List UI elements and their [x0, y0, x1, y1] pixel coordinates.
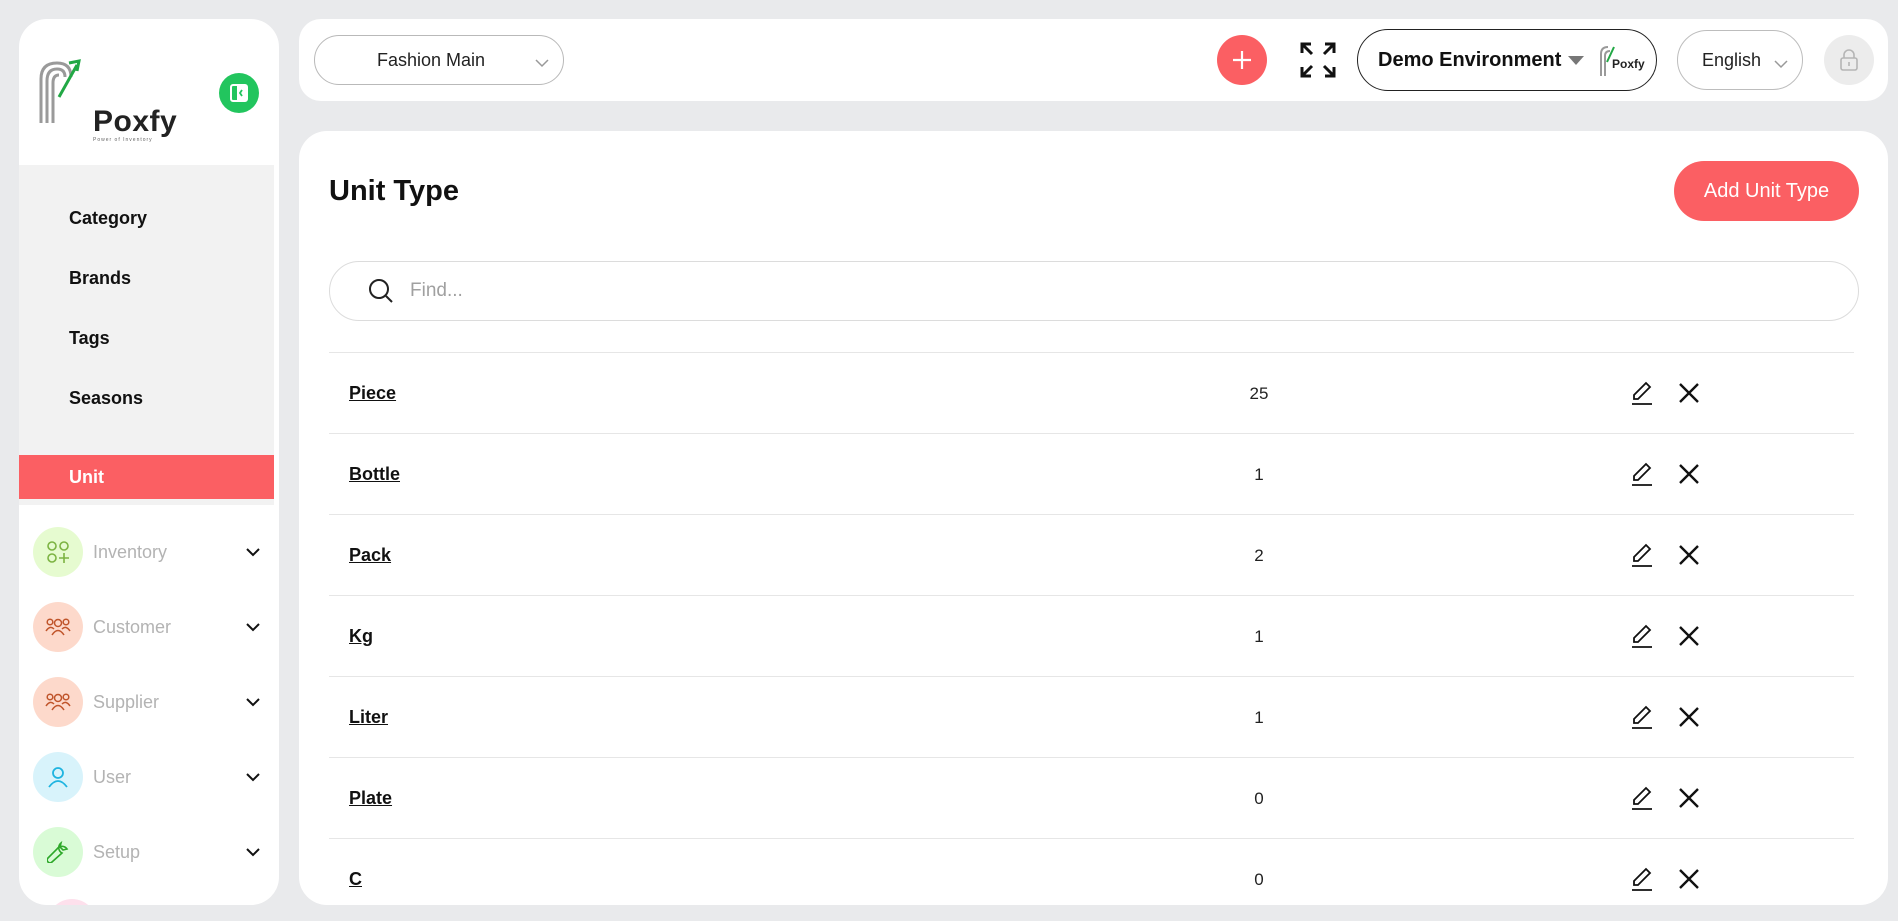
edit-icon[interactable]	[1629, 866, 1655, 892]
unit-name-link[interactable]: C	[349, 869, 362, 890]
table-row: Plate 0	[329, 757, 1854, 838]
edit-icon[interactable]	[1629, 785, 1655, 811]
lock-screen-button[interactable]	[1824, 35, 1874, 85]
branch-select-value: Fashion Main	[377, 49, 486, 70]
top-bar: Fashion Main Demo Environment Poxfy Engl…	[299, 19, 1888, 101]
edit-icon[interactable]	[1629, 542, 1655, 568]
unit-count: 2	[1254, 546, 1264, 565]
user-icon	[33, 752, 83, 802]
edit-icon[interactable]	[1629, 623, 1655, 649]
table-row: C 0	[329, 838, 1854, 905]
unit-count: 1	[1254, 708, 1264, 727]
nav-item-partial[interactable]	[47, 899, 97, 905]
delete-icon[interactable]	[1677, 705, 1701, 729]
nav-label: User	[93, 766, 132, 787]
nav-item-setup[interactable]: Setup	[33, 827, 263, 877]
search-input[interactable]	[410, 280, 1710, 302]
branch-select[interactable]: Fashion Main	[314, 35, 564, 85]
unit-type-table: Piece 25 Bottle 1 Pack 2 Kg 1 Liter 1 Pl…	[329, 352, 1854, 905]
environment-logo: Poxfy	[1598, 44, 1645, 78]
unit-count: 25	[1249, 384, 1269, 403]
apps-plus-icon	[33, 527, 83, 577]
unit-name-link[interactable]: Plate	[349, 788, 392, 809]
poxfy-logo[interactable]: Poxfy Power of Inventory	[37, 57, 187, 147]
edit-icon[interactable]	[1629, 380, 1655, 406]
unit-count: 0	[1254, 789, 1264, 808]
table-row: Liter 1	[329, 676, 1854, 757]
nav-item-inventory[interactable]: Inventory	[33, 527, 263, 577]
table-row: Bottle 1	[329, 433, 1854, 514]
delete-icon[interactable]	[1677, 462, 1701, 486]
table-row: Piece 25	[329, 352, 1854, 433]
unit-name-link[interactable]: Liter	[349, 707, 388, 728]
unit-name-link[interactable]: Piece	[349, 383, 396, 404]
submenu-item-unit[interactable]: Unit	[19, 455, 274, 499]
chevron-down-icon	[1774, 53, 1788, 74]
unit-count: 1	[1254, 627, 1264, 646]
environment-select[interactable]: Demo Environment Poxfy	[1357, 29, 1657, 91]
language-select-value: English	[1702, 49, 1762, 70]
unit-count: 0	[1254, 870, 1264, 889]
users-group-icon	[33, 677, 83, 727]
unit-name-link[interactable]: Kg	[349, 626, 373, 647]
unit-type-panel: Unit Type Add Unit Type Piece 25 Bottle …	[299, 131, 1888, 905]
environment-select-value: Demo Environment	[1378, 48, 1562, 71]
submenu-item-brands[interactable]: Brands	[19, 256, 274, 300]
plus-icon	[1233, 51, 1251, 69]
nav-label: Inventory	[93, 541, 168, 562]
submenu-item-category[interactable]: Category	[19, 196, 274, 240]
chevron-down-icon	[535, 52, 549, 73]
environment-logo-text: Poxfy	[1612, 57, 1645, 71]
unit-name-link[interactable]: Pack	[349, 545, 391, 566]
wrench-icon	[33, 827, 83, 877]
delete-icon[interactable]	[1677, 867, 1701, 891]
lock-icon	[1840, 49, 1858, 71]
collapse-sidebar-button[interactable]	[219, 73, 259, 113]
submenu-item-seasons[interactable]: Seasons	[19, 376, 274, 420]
fullscreen-button[interactable]	[1299, 41, 1337, 79]
delete-icon[interactable]	[1677, 543, 1701, 567]
chevron-down-icon	[243, 542, 263, 562]
edit-icon[interactable]	[1629, 461, 1655, 487]
nav-label: Setup	[93, 841, 141, 862]
search-icon	[369, 279, 393, 303]
add-unit-type-button[interactable]: Add Unit Type	[1674, 161, 1859, 221]
language-select[interactable]: English	[1677, 30, 1803, 90]
nav-item-customer[interactable]: Customer	[33, 602, 263, 652]
sidebar: Poxfy Power of Inventory Category Brands…	[19, 19, 279, 905]
caret-down-icon	[1568, 56, 1584, 65]
search-bar	[329, 261, 1859, 321]
logo-tagline: Power of Inventory	[93, 137, 153, 143]
delete-icon[interactable]	[1677, 381, 1701, 405]
table-row: Kg 1	[329, 595, 1854, 676]
delete-icon[interactable]	[1677, 624, 1701, 648]
nav-item-user[interactable]: User	[33, 752, 263, 802]
chevron-down-icon	[243, 842, 263, 862]
unit-count: 1	[1254, 465, 1264, 484]
page-title: Unit Type	[329, 175, 459, 207]
nav-label: Customer	[93, 616, 172, 637]
delete-icon[interactable]	[1677, 786, 1701, 810]
nav-label: Supplier	[93, 691, 160, 712]
logo-text: Poxfy	[93, 105, 178, 138]
table-row: Pack 2	[329, 514, 1854, 595]
logo-mark-icon	[39, 59, 81, 123]
submenu-item-tags[interactable]: Tags	[19, 316, 274, 360]
nav-item-supplier[interactable]: Supplier	[33, 677, 263, 727]
chevron-down-icon	[243, 767, 263, 787]
quick-add-button[interactable]	[1217, 35, 1267, 85]
sidebar-toggle-icon	[230, 84, 248, 102]
fullscreen-icon	[1300, 42, 1336, 78]
product-submenu: Category Brands Tags Seasons Unit	[19, 165, 274, 505]
unit-name-link[interactable]: Bottle	[349, 464, 400, 485]
edit-icon[interactable]	[1629, 704, 1655, 730]
chevron-down-icon	[243, 617, 263, 637]
chevron-down-icon	[243, 692, 263, 712]
users-group-icon	[33, 602, 83, 652]
